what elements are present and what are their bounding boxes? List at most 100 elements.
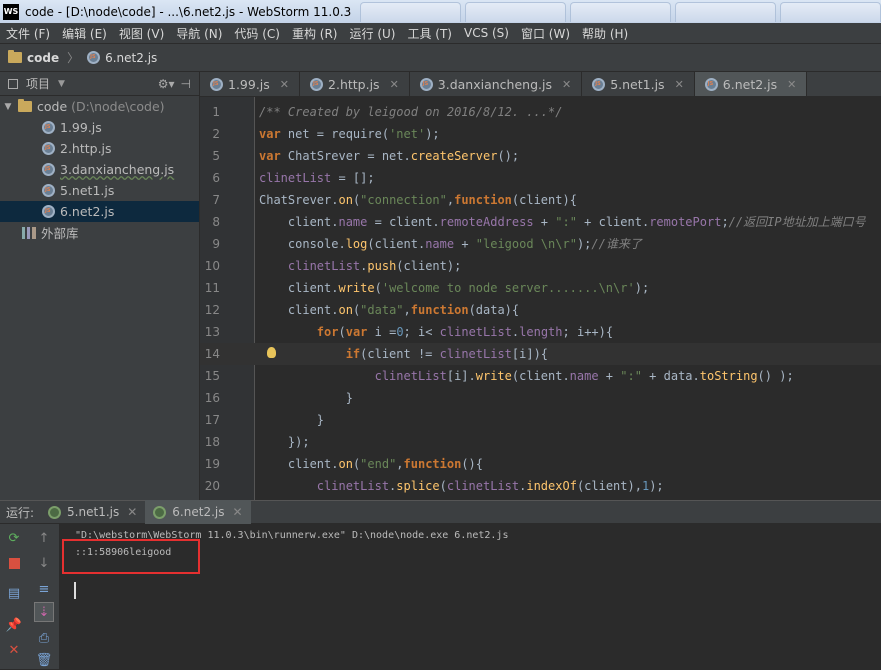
code-text: clinetList = []; [259,171,375,185]
code-text: client.on("data",function(data){ [259,303,520,317]
background-browser-tabs [360,2,881,22]
tree-external-label: 外部库 [41,226,79,241]
line-number: 19 [204,457,220,471]
line-number: 8 [212,215,220,229]
trash-icon[interactable]: 🗑 [34,650,54,670]
line-number: 15 [204,369,220,383]
pin-icon[interactable]: 📌 [4,615,24,635]
tree-root-path: (D:\node\code) [71,99,165,114]
tree-external-libraries[interactable]: 外部库 [0,222,199,243]
editor-tab[interactable]: 3.danxiancheng.js ✕ [410,72,583,96]
expand-arrow-icon[interactable]: ▼ [2,102,14,112]
line-number: 11 [204,281,220,295]
editor-tab[interactable]: 1.99.js ✕ [200,72,301,96]
line-number: 5 [212,149,220,163]
run-panel-header: 运行: 5.net1.js ✕ 6.net2.js ✕ [0,500,881,524]
tree-file[interactable]: 2.http.js [0,138,199,159]
code-line[interactable]: 12 client.on("data",function(data){ [200,299,881,321]
menu-vcs[interactable]: VCS (S) [458,26,515,40]
soft-wrap-icon[interactable]: ≡ [34,579,54,599]
close-icon[interactable]: ✕ [675,78,684,91]
breadcrumb-separator: 〉 [67,51,80,65]
code-line[interactable]: 11 client.write('welcome to node server.… [200,277,881,299]
code-line[interactable]: 16 } [200,387,881,409]
code-line[interactable]: 9 console.log(client.name + "leigood \n\… [200,233,881,255]
close-icon[interactable]: ✕ [280,78,289,91]
close-icon[interactable]: ✕ [787,78,796,91]
code-line[interactable]: 19 client.on("end",function(){ [200,453,881,475]
code-text: } [259,391,353,405]
code-area[interactable]: 1 /** Created by leigood on 2016/8/12. ..… [200,97,881,500]
up-arrow-icon[interactable]: ↑ [34,528,54,548]
chevron-down-icon[interactable]: ▼ [58,79,65,89]
code-line[interactable]: 17 } [200,409,881,431]
code-line[interactable]: 14 if(client != clinetList[i]){ [200,343,881,365]
editor-tab-active[interactable]: 6.net2.js ✕ [694,72,808,96]
code-line[interactable]: 8 client.name = client.remoteAddress + "… [200,211,881,233]
rerun-icon[interactable]: ⟳ [4,528,24,548]
code-line[interactable]: 6 clinetList = []; [200,167,881,189]
close-icon[interactable]: ✕ [390,78,399,91]
menu-code[interactable]: 代码 (C) [228,25,286,42]
code-line[interactable]: 13 for(var i =0; i< clinetList.length; i… [200,321,881,343]
project-panel-title[interactable]: 项目 [26,75,50,92]
tree-file[interactable]: 3.danxiancheng.js [0,159,199,180]
code-text: clinetList.push(client); [287,259,462,273]
menu-tools[interactable]: 工具 (T) [401,25,458,42]
code-line[interactable]: 7 ChatSrever.on("connection",function(cli… [200,189,881,211]
hide-panel-icon[interactable]: ⊣ [181,77,191,91]
down-arrow-icon[interactable]: ↓ [34,553,54,573]
menu-file[interactable]: 文件 (F) [0,25,56,42]
editor: 1.99.js ✕ 2.http.js ✕ 3.danxiancheng.js … [200,72,881,500]
editor-tab[interactable]: 2.http.js ✕ [300,72,410,96]
tree-file[interactable]: 5.net1.js [0,180,199,201]
run-tab[interactable]: 5.net1.js ✕ [40,500,145,524]
tree-file-selected[interactable]: 6.net2.js [0,201,199,222]
js-file-icon [42,142,55,155]
line-number: 7 [212,193,220,207]
breadcrumb-file[interactable]: 6.net2.js [105,51,157,65]
line-number: 2 [212,127,220,141]
editor-tab[interactable]: 5.net1.js ✕ [582,72,695,96]
code-line[interactable]: 10 clinetList.push(client); [200,255,881,277]
node-run-icon [153,505,167,519]
js-file-icon [704,77,718,91]
editor-tab-label: 2.http.js [328,76,380,92]
close-icon[interactable]: ✕ [4,640,24,660]
scroll-to-end-icon[interactable]: ⇣ [34,602,54,622]
code-line[interactable]: 18 }); [200,431,881,453]
editor-tabs: 1.99.js ✕ 2.http.js ✕ 3.danxiancheng.js … [200,72,881,97]
tree-root[interactable]: ▼ code (D:\node\code) [0,96,199,117]
tree-file-label: 6.net2.js [60,204,115,219]
project-view-icon [8,78,18,89]
code-text: if(client != clinetList[i]){ [345,347,549,361]
close-icon[interactable]: ✕ [562,78,571,91]
menu-navigate[interactable]: 导航 (N) [170,25,228,42]
folder-icon [8,50,22,63]
menu-help[interactable]: 帮助 (H) [576,25,634,42]
tree-file[interactable]: 1.99.js [0,117,199,138]
print-icon[interactable]: ⎙ [34,628,54,648]
code-line[interactable]: 15 clinetList[i].write(client.name + ":"… [200,365,881,387]
gear-icon[interactable]: ⚙▾ [158,77,175,91]
menu-view[interactable]: 视图 (V) [113,25,170,42]
js-file-icon [210,77,223,91]
menu-run[interactable]: 运行 (U) [344,25,402,42]
stop-icon[interactable] [4,553,24,573]
menu-window[interactable]: 窗口 (W) [515,25,576,42]
code-line[interactable]: 20 clinetList.splice(clinetList.indexOf(… [200,475,881,497]
code-text: client.write('welcome to node server....… [259,281,650,295]
menu-edit[interactable]: 编辑 (E) [56,25,113,42]
breadcrumb: code 〉 6.net2.js [0,44,881,72]
lightbulb-icon[interactable] [267,347,276,358]
code-line[interactable]: 1 /** Created by leigood on 2016/8/12. ..… [200,101,881,123]
tree-file-label: 1.99.js [60,120,102,135]
code-line[interactable]: 2 var net = require('net'); [200,123,881,145]
run-tab-active[interactable]: 6.net2.js ✕ [145,500,251,524]
restore-layout-icon[interactable]: ▤ [4,583,24,603]
breadcrumb-root[interactable]: code [27,51,59,65]
menu-refactor[interactable]: 重构 (R) [286,25,344,42]
code-text: var ChatSrever = net.createServer(); [259,149,520,163]
console-output[interactable]: "D:\webstorm\WebStorm 11.0.3\bin\runnerw… [60,524,881,669]
code-line[interactable]: 5 var ChatSrever = net.createServer(); [200,145,881,167]
